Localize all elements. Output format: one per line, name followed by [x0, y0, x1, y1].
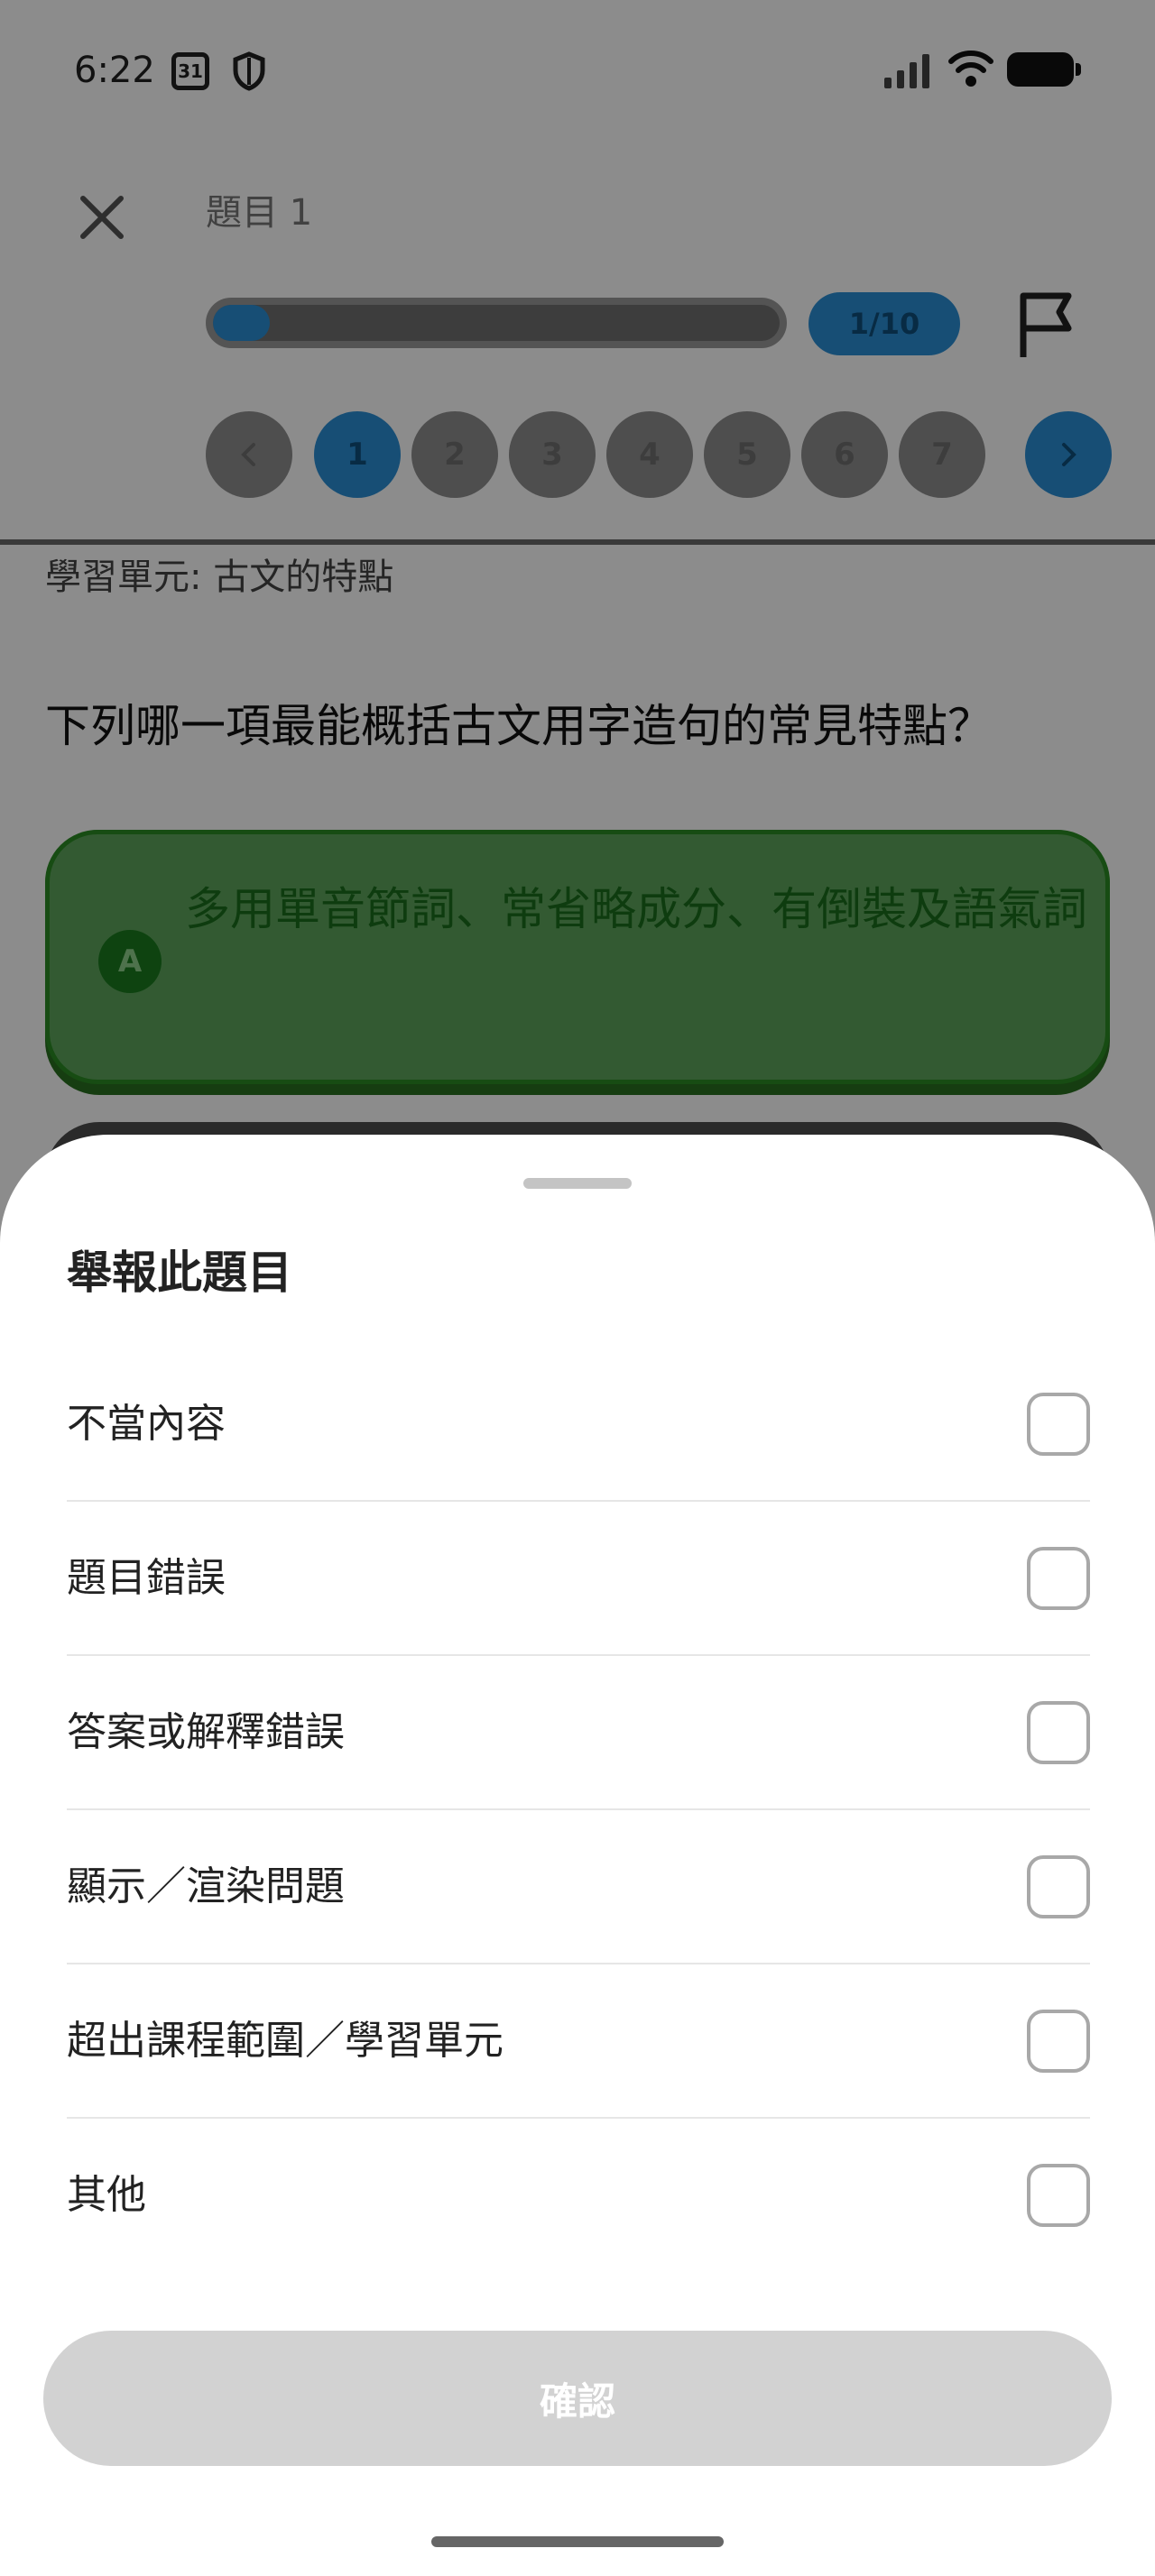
report-reason-item[interactable]: 不當內容 — [67, 1348, 1090, 1502]
report-reason-item[interactable]: 答案或解釋錯誤 — [67, 1656, 1090, 1810]
report-reason-item[interactable]: 其他 — [67, 2119, 1090, 2273]
report-reason-checkbox[interactable] — [1027, 1393, 1090, 1456]
confirm-button[interactable]: 確認 — [43, 2331, 1112, 2466]
report-reason-label: 超出課程範圍／學習單元 — [67, 2018, 504, 2064]
report-reason-checkbox[interactable] — [1027, 2010, 1090, 2073]
report-reason-item[interactable]: 顯示／渲染問題 — [67, 1810, 1090, 1964]
report-reason-checkbox[interactable] — [1027, 1701, 1090, 1764]
report-reason-item[interactable]: 題目錯誤 — [67, 1502, 1090, 1656]
sheet-drag-handle[interactable] — [523, 1178, 632, 1189]
report-reason-label: 其他 — [67, 2172, 146, 2218]
report-reason-list: 不當內容 題目錯誤 答案或解釋錯誤 顯示／渲染問題 超出課程範圍／學習單元 其他 — [67, 1348, 1090, 2273]
report-reason-checkbox[interactable] — [1027, 2164, 1090, 2227]
report-reason-item[interactable]: 超出課程範圍／學習單元 — [67, 1964, 1090, 2119]
report-reason-checkbox[interactable] — [1027, 1855, 1090, 1918]
report-bottom-sheet: 舉報此題目 不當內容 題目錯誤 答案或解釋錯誤 顯示／渲染問題 超出課程範圍／學… — [0, 1135, 1155, 2576]
report-reason-label: 不當內容 — [67, 1401, 226, 1447]
report-reason-label: 答案或解釋錯誤 — [67, 1709, 345, 1755]
page: 6:22 31 題目 1 1/10 1 2 3 4 5 6 7 學習單元: 古文… — [0, 0, 1155, 2576]
home-indicator — [431, 2536, 724, 2547]
report-reason-label: 題目錯誤 — [67, 1555, 226, 1601]
report-reason-checkbox[interactable] — [1027, 1547, 1090, 1610]
report-reason-label: 顯示／渲染問題 — [67, 1863, 345, 1909]
sheet-title: 舉報此題目 — [67, 1247, 292, 1299]
